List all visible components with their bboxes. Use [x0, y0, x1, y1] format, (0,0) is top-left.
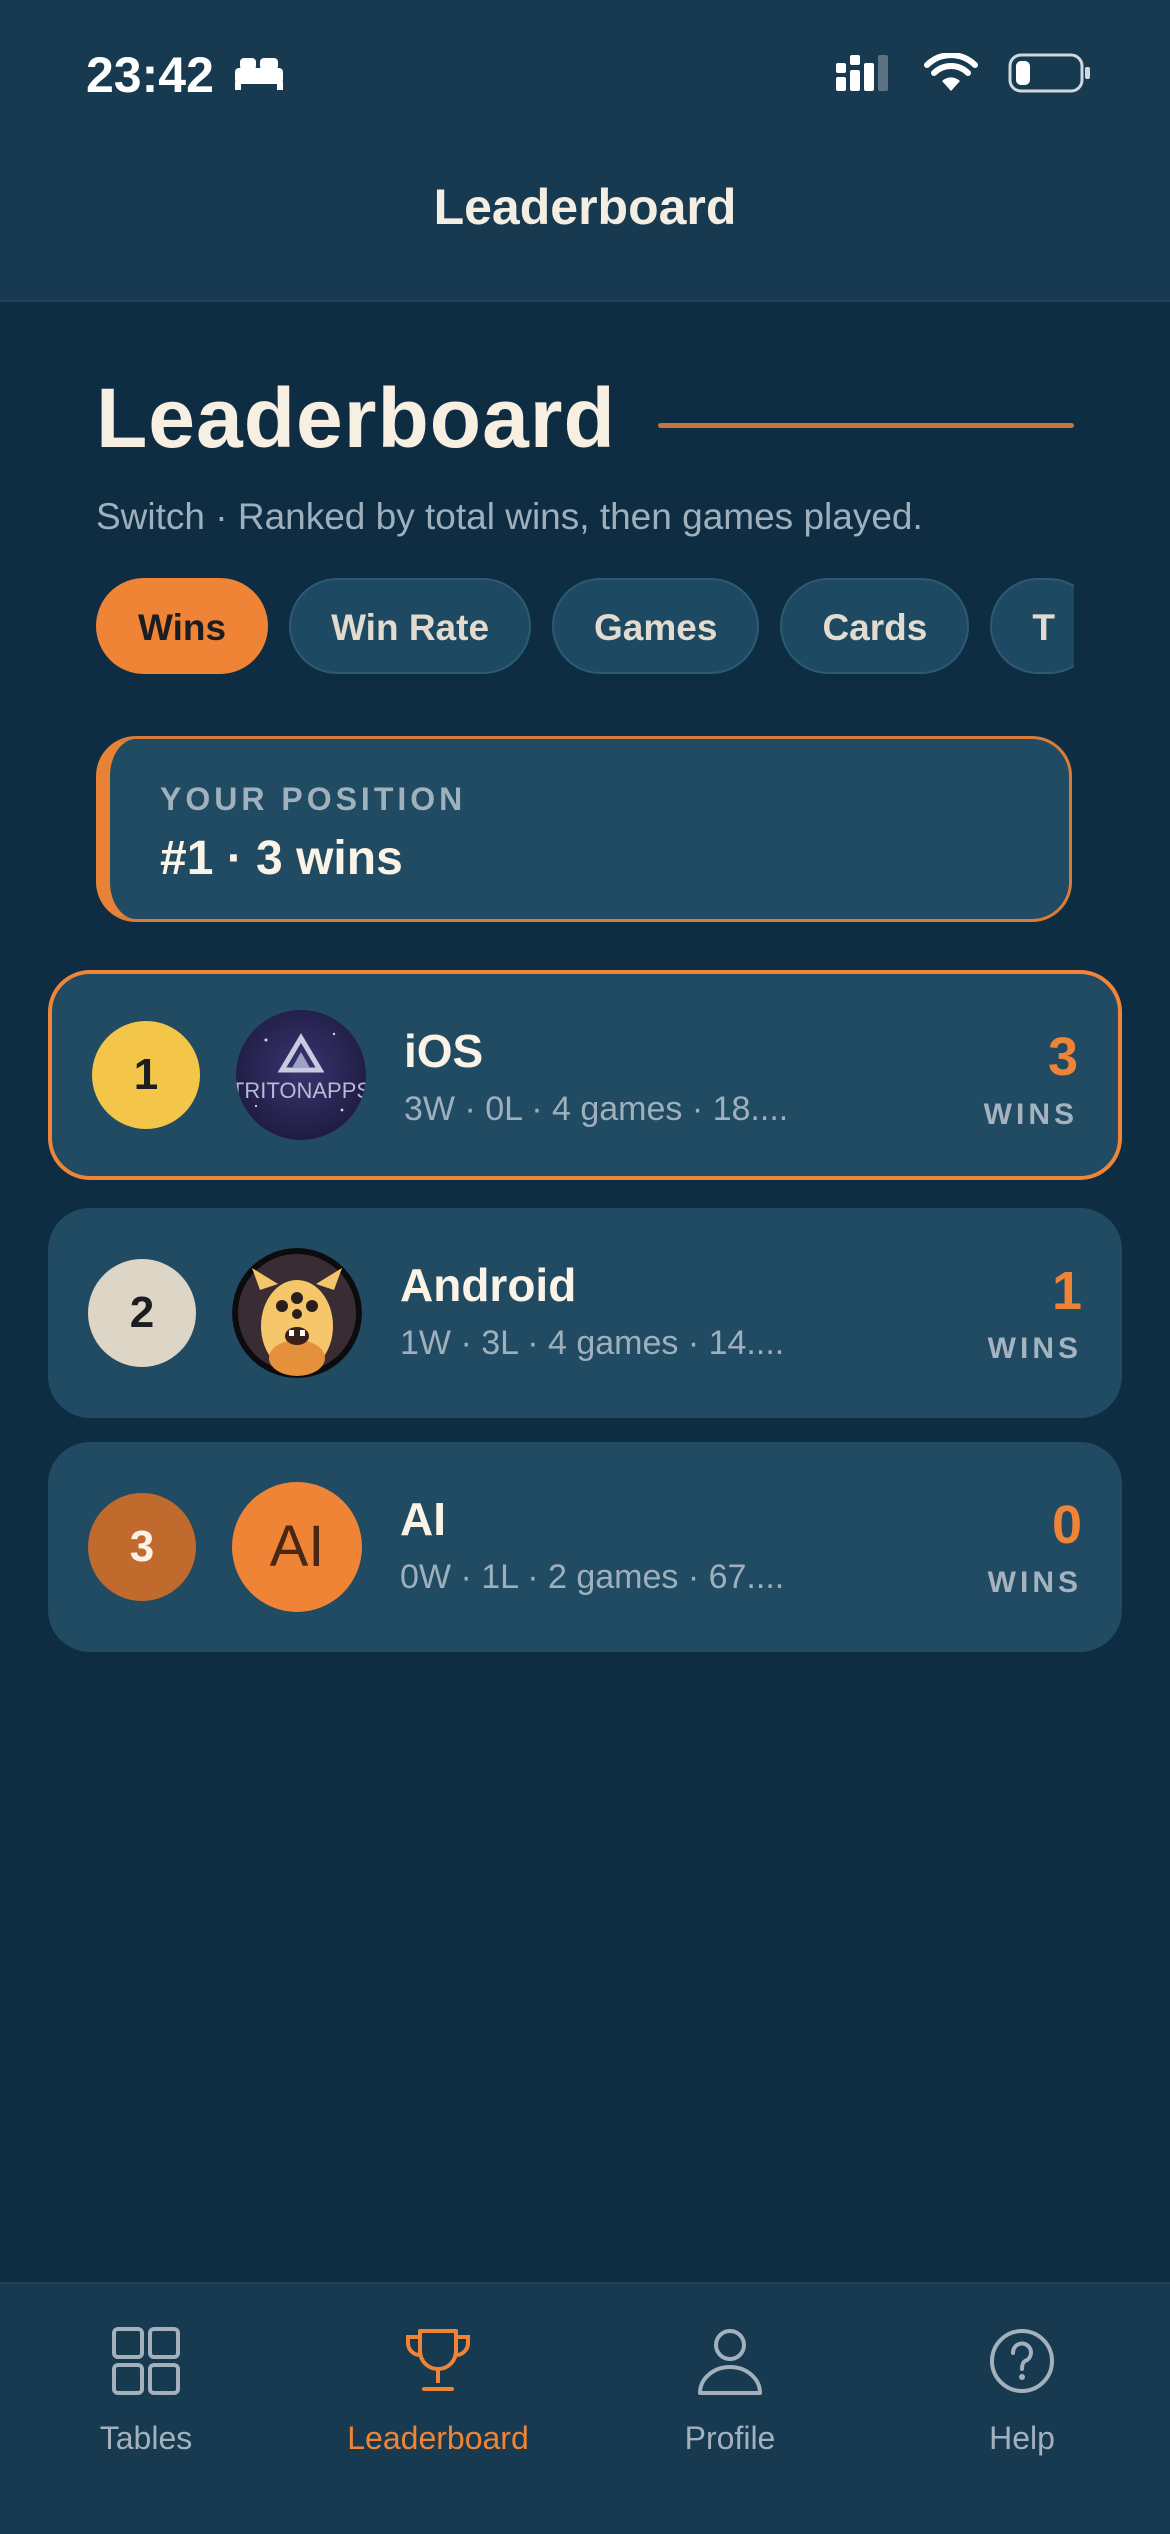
tab-profile[interactable]: Profile — [584, 2306, 876, 2457]
trophy-icon — [292, 2306, 584, 2416]
nav-title: Leaderboard — [433, 179, 737, 235]
sort-filter-chips: Wins Win Rate Games Cards T — [96, 578, 1074, 676]
leaderboard-row[interactable]: 1 TRITONAPPS iOS 3W · 0L · 4 games · 18.… — [48, 970, 1122, 1180]
status-time: 23:42 — [86, 47, 214, 103]
your-position-value: #1 · 3 wins — [160, 832, 403, 885]
your-position-card: YOUR POSITION #1 · 3 wins — [96, 736, 1072, 922]
score-label: WINS — [983, 1098, 1078, 1131]
player-score: 0 — [1051, 1495, 1082, 1555]
tab-label: Help — [989, 2420, 1055, 2456]
player-name: AI — [400, 1493, 446, 1545]
tab-help[interactable]: Help — [876, 2306, 1168, 2457]
tab-label: Profile — [684, 2420, 776, 2456]
tritonapps-wordmark: TRITONAPPS — [236, 1078, 366, 1103]
player-name: Android — [400, 1259, 577, 1311]
sleep-mode-icon — [232, 46, 286, 104]
player-stats: 3W · 0L · 4 games · 18.... — [404, 1090, 789, 1128]
player-stats: 0W · 1L · 2 games · 67.... — [400, 1558, 785, 1596]
tab-label: Leaderboard — [347, 2420, 529, 2456]
rank-badge: 3 — [88, 1493, 196, 1601]
person-icon — [584, 2306, 876, 2416]
page-heading: Leaderboard — [96, 370, 1074, 467]
chip-games[interactable]: Games — [552, 578, 760, 674]
bottom-tab-bar: Tables Leaderboard Profile Help — [0, 2282, 1170, 2534]
cellular-signal-icon — [834, 53, 894, 98]
player-stats: 1W · 3L · 4 games · 14.... — [400, 1324, 785, 1362]
tab-leaderboard[interactable]: Leaderboard — [292, 2306, 584, 2457]
tritonapps-logo-avatar: TRITONAPPS — [236, 1010, 366, 1140]
player-score: 3 — [1047, 1027, 1078, 1087]
initials-avatar: AI — [232, 1482, 362, 1612]
status-time-area: 23:42 — [86, 46, 286, 104]
title-divider — [657, 423, 1074, 428]
tab-label: Tables — [99, 2420, 193, 2456]
chip-wins[interactable]: Wins — [96, 578, 269, 674]
top-navigation-bar: 23:42 Leaderboard — [0, 0, 1170, 302]
player-name: iOS — [404, 1025, 484, 1077]
page-title: Leaderboard — [96, 371, 616, 465]
chip-cards[interactable]: Cards — [780, 578, 970, 674]
question-icon — [876, 2306, 1168, 2416]
rank-badge: 2 — [88, 1259, 196, 1367]
tab-tables[interactable]: Tables — [0, 2306, 292, 2457]
leaderboard-row[interactable]: 3 AI AI 0W · 1L · 2 games · 67.... 0 WIN… — [48, 1442, 1122, 1652]
score-label: WINS — [987, 1332, 1082, 1365]
battery-icon — [1008, 52, 1092, 99]
chip-truncated[interactable]: T — [990, 578, 1074, 674]
monster-avatar — [232, 1248, 362, 1378]
grid-icon — [0, 2306, 292, 2416]
page-subtitle: Switch · Ranked by total wins, then game… — [96, 496, 923, 537]
chip-win-rate[interactable]: Win Rate — [289, 578, 532, 674]
wifi-icon — [924, 52, 978, 98]
score-label: WINS — [987, 1566, 1082, 1599]
player-score: 1 — [1051, 1261, 1082, 1321]
your-position-label: YOUR POSITION — [160, 781, 467, 817]
rank-badge: 1 — [92, 1021, 200, 1129]
leaderboard-row[interactable]: 2 Android 1W · 3L · 4 games · 14.... 1 W… — [48, 1208, 1122, 1418]
status-indicators — [834, 52, 1092, 99]
